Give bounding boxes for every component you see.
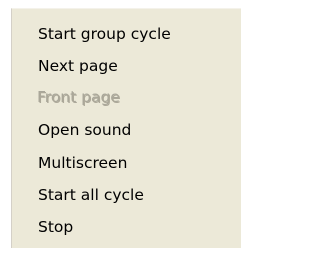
menu-item-next-page[interactable]: Next page (38, 53, 118, 79)
menu-item-label: Stop (38, 218, 74, 236)
menu-item-label: Next page (38, 57, 118, 75)
menu-item-label: Front page (38, 89, 121, 107)
menu-item-label: Start group cycle (38, 25, 171, 43)
menu-item-front-page: Front page (38, 85, 121, 111)
menu-item-stop[interactable]: Stop (38, 214, 73, 240)
menu-item-multiscreen[interactable]: Multiscreen (38, 150, 127, 176)
menu-item-label: Start all cycle (38, 186, 144, 204)
menu-item-start-group-cycle[interactable]: Start group cycle (38, 21, 171, 47)
menu-item-open-sound[interactable]: Open sound (38, 117, 131, 143)
menu-item-label: Open sound (38, 121, 132, 139)
menu-item-label: Multiscreen (38, 154, 128, 172)
menu-item-start-all-cycle[interactable]: Start all cycle (38, 182, 144, 208)
context-menu: Start group cycle Next page Front page O… (11, 8, 241, 248)
